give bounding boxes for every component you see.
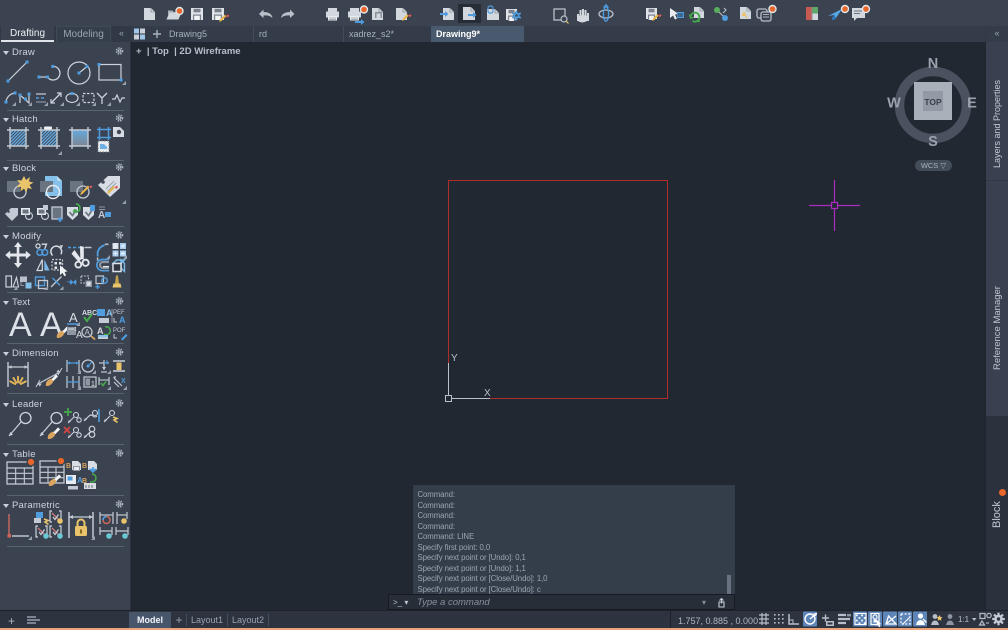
svg-text:Y: Y	[451, 353, 458, 364]
svg-text:POF: POF	[113, 328, 126, 334]
svg-text:A: A	[97, 326, 104, 336]
svg-text:A: A	[85, 328, 91, 337]
svg-text:X: X	[121, 378, 126, 385]
svg-text:W: W	[887, 96, 901, 112]
svg-text:A: A	[9, 306, 32, 344]
svg-text:A: A	[40, 306, 63, 344]
svg-text:B: B	[82, 463, 87, 470]
svg-text:A: A	[119, 315, 126, 325]
svg-text:TOP: TOP	[924, 97, 942, 107]
svg-text:1: 1	[74, 327, 77, 333]
svg-text:E: E	[967, 96, 977, 112]
svg-text:N: N	[928, 56, 938, 72]
svg-text:S: S	[928, 134, 938, 150]
svg-text:B: B	[66, 463, 71, 470]
svg-text:A: A	[69, 310, 78, 325]
svg-text:X: X	[484, 388, 491, 399]
svg-text:1: 1	[91, 381, 95, 388]
svg-text:1:1: 1:1	[958, 615, 970, 624]
svg-text:A: A	[98, 210, 105, 221]
